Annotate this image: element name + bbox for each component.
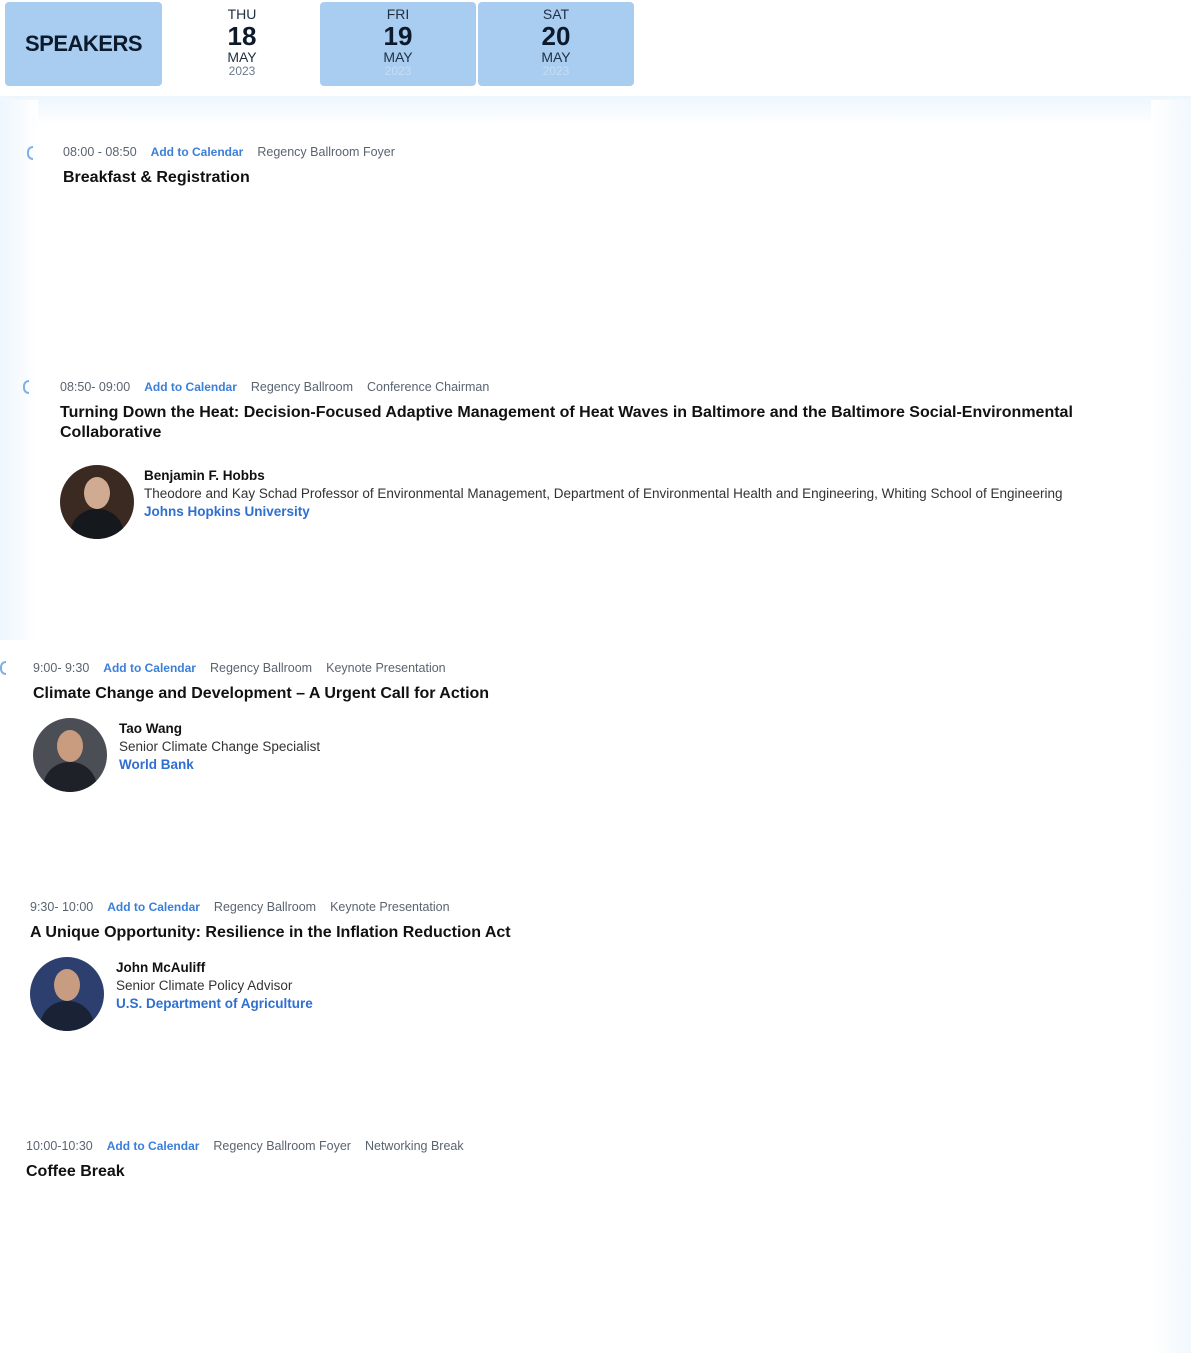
tab-day-fri[interactable]: FRI 19 MAY 2023 [320, 2, 476, 86]
add-to-calendar-link[interactable]: Add to Calendar [107, 900, 200, 914]
speaker-card[interactable]: Benjamin F. Hobbs Theodore and Kay Schad… [60, 465, 1120, 539]
add-to-calendar-link[interactable]: Add to Calendar [107, 1139, 200, 1153]
tab-day-number: 19 [383, 21, 413, 51]
session-time: 08:00 - 08:50 [63, 145, 137, 159]
speaker-organization-link[interactable]: World Bank [119, 756, 320, 774]
speaker-organization-link[interactable]: U.S. Department of Agriculture [116, 995, 313, 1013]
session-type: Keynote Presentation [330, 900, 450, 914]
session-room: Regency Ballroom Foyer [213, 1139, 351, 1153]
session-room: Regency Ballroom Foyer [257, 145, 395, 159]
add-to-calendar-link[interactable]: Add to Calendar [103, 661, 196, 675]
session-type: Conference Chairman [367, 380, 490, 394]
session-title: A Unique Opportunity: Resilience in the … [30, 924, 511, 941]
session-type: Networking Break [364, 1139, 464, 1153]
session-marker-icon [27, 146, 33, 160]
tab-day-number: 18 [227, 21, 257, 51]
tab-month: MAY [227, 49, 257, 65]
add-to-calendar-link[interactable]: Add to Calendar [144, 380, 237, 394]
session-time: 9:30- 10:00 [30, 900, 94, 914]
avatar [33, 718, 107, 792]
session-meta: 08:50- 09:00 Add to Calendar Regency Bal… [60, 380, 1120, 394]
speaker-title: Theodore and Kay Schad Professor of Envi… [144, 486, 1063, 501]
speaker-organization-link[interactable]: Johns Hopkins University [144, 503, 1063, 521]
tab-year: 2023 [228, 64, 256, 78]
page-backdrop-right [1151, 100, 1191, 1353]
speaker-title: Senior Climate Policy Advisor [116, 978, 293, 993]
session-room: Regency Ballroom [209, 661, 313, 675]
tab-speakers-label: SPEAKERS [24, 31, 143, 56]
speaker-title: Senior Climate Change Specialist [119, 739, 321, 754]
session-marker-icon [23, 380, 29, 394]
day-tabs: SPEAKERS THU 18 MAY 2023 FRI 19 MAY 2023… [0, 0, 1191, 96]
speaker-card[interactable]: John McAuliff Senior Climate Policy Advi… [30, 957, 1110, 1031]
session-title: Coffee Break [26, 1163, 125, 1180]
tab-speakers[interactable]: SPEAKERS [5, 2, 162, 86]
tab-day-of-week: FRI [386, 6, 410, 22]
avatar [30, 957, 104, 1031]
speaker-info: John McAuliff Senior Climate Policy Advi… [116, 957, 313, 1013]
speaker-name: Benjamin F. Hobbs [144, 468, 265, 483]
session-meta: 9:00- 9:30 Add to Calendar Regency Ballr… [33, 661, 1113, 675]
speaker-card[interactable]: Tao Wang Senior Climate Change Specialis… [33, 718, 1113, 792]
session-item: 08:00 - 08:50 Add to Calendar Regency Ba… [63, 145, 1143, 188]
speaker-info: Tao Wang Senior Climate Change Specialis… [119, 718, 320, 774]
speaker-name: Tao Wang [119, 721, 182, 736]
tab-day-of-week: SAT [542, 6, 570, 22]
session-type: Keynote Presentation [326, 661, 446, 675]
session-item: 9:30- 10:00 Add to Calendar Regency Ball… [30, 900, 1110, 1031]
avatar [60, 465, 134, 539]
session-marker-icon [0, 661, 6, 675]
tab-day-sat[interactable]: SAT 20 MAY 2023 [478, 2, 634, 86]
session-meta: 08:00 - 08:50 Add to Calendar Regency Ba… [63, 145, 1143, 159]
session-time: 08:50- 09:00 [60, 380, 131, 394]
tab-day-of-week: THU [227, 6, 257, 22]
session-item: 10:00-10:30 Add to Calendar Regency Ball… [26, 1139, 1106, 1182]
add-to-calendar-link[interactable]: Add to Calendar [151, 145, 244, 159]
speaker-info: Benjamin F. Hobbs Theodore and Kay Schad… [144, 465, 1063, 521]
session-time: 10:00-10:30 [26, 1139, 93, 1153]
session-item: 9:00- 9:30 Add to Calendar Regency Ballr… [33, 661, 1113, 792]
session-title: Turning Down the Heat: Decision-Focused … [60, 404, 1073, 441]
page-backdrop-left [0, 100, 38, 640]
session-item: 08:50- 09:00 Add to Calendar Regency Bal… [60, 380, 1120, 539]
session-meta: 9:30- 10:00 Add to Calendar Regency Ball… [30, 900, 1110, 914]
session-title: Climate Change and Development – A Urgen… [33, 685, 490, 702]
tab-month: MAY [383, 49, 413, 65]
tab-day-number: 20 [541, 21, 571, 51]
session-room: Regency Ballroom [213, 900, 317, 914]
tab-month: MAY [541, 49, 571, 65]
session-title: Breakfast & Registration [63, 169, 250, 186]
page-backdrop-top [0, 96, 1191, 126]
session-time: 9:00- 9:30 [33, 661, 90, 675]
session-room: Regency Ballroom [250, 380, 354, 394]
speaker-name: John McAuliff [116, 960, 206, 975]
session-meta: 10:00-10:30 Add to Calendar Regency Ball… [26, 1139, 1106, 1153]
tab-year: 2023 [384, 64, 412, 78]
tab-day-thu[interactable]: THU 18 MAY 2023 [164, 2, 320, 86]
tab-year: 2023 [542, 64, 570, 78]
